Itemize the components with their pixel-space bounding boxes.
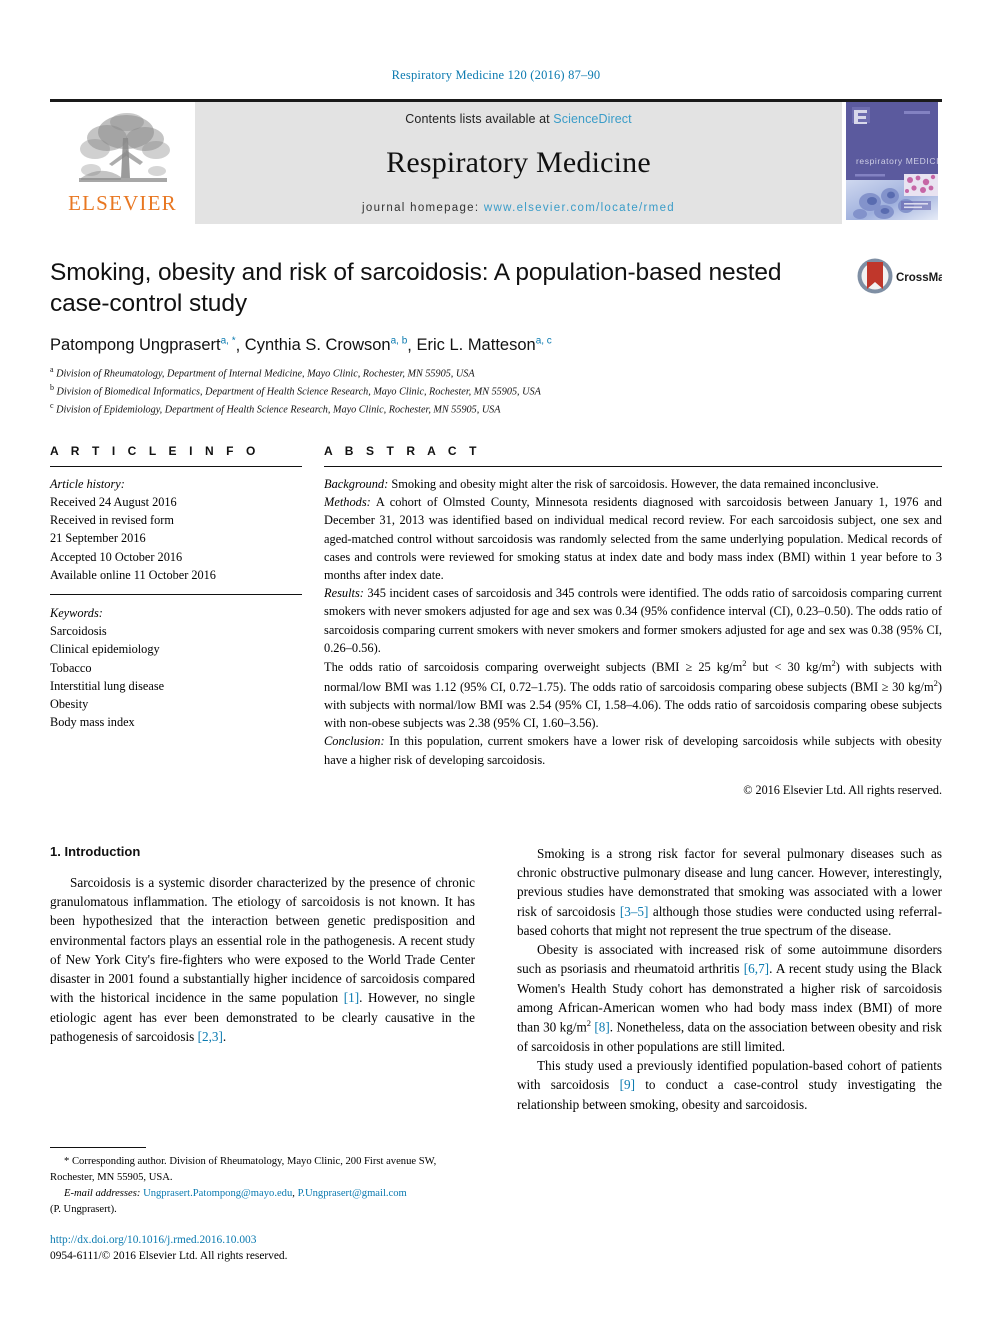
journal-banner: ELSEVIER Contents lists available at Sci… <box>50 99 942 224</box>
email-note: E-mail addresses: Ungprasert.Patompong@m… <box>64 1188 407 1200</box>
keyword-item: Interstitial lung disease <box>50 678 165 693</box>
history-item: Received 24 August 2016 <box>50 495 177 510</box>
author-3-marks: a, c <box>535 335 552 347</box>
history-item: Accepted 10 October 2016 <box>50 549 183 564</box>
intro-paragraph-right-2: Obesity is associated with increased ris… <box>517 942 942 1054</box>
keywords-label: Keywords: <box>50 605 103 620</box>
homepage-url-link[interactable]: www.elsevier.com/locate/rmed <box>484 202 675 214</box>
body-column-left: 1. Introduction Sarcoidosis is a systemi… <box>50 844 475 1114</box>
author-1: Patompong Ungpraserta, * <box>50 335 236 355</box>
crossmark-badge[interactable]: CrossMark <box>856 256 942 308</box>
svg-text:CrossMark: CrossMark <box>896 272 942 284</box>
article-info-column: A R T I C L E I N F O Article history: R… <box>50 444 302 800</box>
journal-cover-thumbnail: respiratory MEDICINE <box>842 102 942 224</box>
email-label: E-mail addresses: <box>64 1188 141 1200</box>
corresponding-author-note: * Corresponding author. Division of Rheu… <box>50 1156 437 1184</box>
intro-paragraph-left-1: Sarcoidosis is a systemic disorder chara… <box>50 874 475 1044</box>
introduction-heading: 1. Introduction <box>50 843 141 859</box>
contents-prefix: Contents lists available at <box>405 112 550 126</box>
journal-title: Respiratory Medicine <box>386 146 651 179</box>
article-history-block: Article history: Received 24 August 2016… <box>50 475 302 584</box>
footnote-divider <box>50 1147 146 1149</box>
info-abstract-band: A R T I C L E I N F O Article history: R… <box>50 444 942 800</box>
keywords-block: Keywords: Sarcoidosis Clinical epidemiol… <box>50 604 302 731</box>
citation-link[interactable]: [8] <box>594 1020 609 1035</box>
article-page: Respiratory Medicine 120 (2016) 87–90 EL… <box>0 0 992 1323</box>
doi-link[interactable]: http://dx.doi.org/10.1016/j.rmed.2016.10… <box>50 1232 287 1249</box>
history-item: Received in revised form <box>50 513 174 528</box>
author-1-marks: a, * <box>220 335 236 347</box>
abstract-background: Background: Smoking and obesity might al… <box>324 476 879 491</box>
keyword-item: Obesity <box>50 696 89 711</box>
author-2: Cynthia S. Crowsona, b <box>244 335 408 355</box>
article-history-label: Article history: <box>50 476 125 491</box>
citation-link[interactable]: [6,7] <box>744 961 769 976</box>
title-block: Smoking, obesity and risk of sarcoidosis… <box>50 258 942 320</box>
keyword-item: Clinical epidemiology <box>50 642 160 657</box>
history-item: 21 September 2016 <box>50 531 146 546</box>
issn-copyright-line: 0954-6111/© 2016 Elsevier Ltd. All right… <box>50 1250 288 1263</box>
elsevier-wordmark: ELSEVIER <box>68 191 177 215</box>
footnote-body: * Corresponding author. Division of Rheu… <box>50 1154 450 1218</box>
elsevier-logo: ELSEVIER <box>50 102 195 224</box>
abstract-methods: Methods: A cohort of Olmsted County, Min… <box>324 495 942 583</box>
affiliation-b: b Division of Biomedical Informatics, De… <box>50 383 541 398</box>
intro-paragraph-right-3: This study used a previously identified … <box>517 1058 942 1112</box>
keyword-item: Body mass index <box>50 715 135 730</box>
article-info-heading: A R T I C L E I N F O <box>50 443 260 458</box>
article-info-rule <box>50 465 302 467</box>
bottom-matter: http://dx.doi.org/10.1016/j.rmed.2016.10… <box>50 1232 287 1265</box>
contents-available-line: Contents lists available at ScienceDirec… <box>405 112 631 126</box>
abstract-column: A B S T R A C T Background: Smoking and … <box>324 444 942 800</box>
citation-link[interactable]: [2,3] <box>198 1029 223 1044</box>
citation-link[interactable]: [9] <box>620 1077 635 1092</box>
abstract-results-bmi: The odds ratio of sarcoidosis comparing … <box>324 658 943 731</box>
email-attribution: (P. Ungprasert). <box>50 1204 117 1216</box>
abstract-results: Results: 345 incident cases of sarcoidos… <box>324 586 942 655</box>
body-column-right: Smoking is a strong risk factor for seve… <box>517 844 942 1114</box>
running-head: Respiratory Medicine 120 (2016) 87–90 <box>391 68 601 82</box>
citation-link[interactable]: [1] <box>344 990 359 1005</box>
journal-banner-center: Contents lists available at ScienceDirec… <box>195 102 842 224</box>
citation-link[interactable]: [3–5] <box>620 904 649 919</box>
intro-paragraph-right-1: Smoking is a strong risk factor for seve… <box>517 845 942 938</box>
journal-homepage-line: journal homepage: www.elsevier.com/locat… <box>362 202 675 214</box>
article-body: 1. Introduction Sarcoidosis is a systemi… <box>50 844 942 1114</box>
abstract-copyright: © 2016 Elsevier Ltd. All rights reserved… <box>743 782 942 797</box>
sciencedirect-link[interactable]: ScienceDirect <box>553 112 631 126</box>
abstract-heading: A B S T R A C T <box>324 443 481 458</box>
keyword-item: Tobacco <box>50 660 92 675</box>
affiliation-c: c Division of Epidemiology, Department o… <box>50 400 501 416</box>
email-link-2[interactable]: P.Ungprasert@gmail.com <box>298 1188 407 1199</box>
keyword-item: Sarcoidosis <box>50 624 107 639</box>
homepage-prefix: journal homepage: <box>362 202 480 214</box>
author-3: Eric L. Mattesona, c <box>416 335 552 355</box>
footnote-block: * Corresponding author. Division of Rheu… <box>50 1147 450 1218</box>
elsevier-tree-icon <box>71 108 175 192</box>
email-link-1[interactable]: Ungprasert.Patompong@mayo.edu <box>143 1188 292 1199</box>
keywords-rule <box>50 593 302 595</box>
article-history-list: Received 24 August 2016 Received in revi… <box>50 493 302 584</box>
keywords-list: Sarcoidosis Clinical epidemiology Tobacc… <box>50 622 302 731</box>
affiliation-a: a Division of Rheumatology, Department o… <box>50 365 475 380</box>
author-2-marks: a, b <box>390 335 408 347</box>
history-item: Available online 11 October 2016 <box>50 567 216 582</box>
abstract-conclusion: Conclusion: In this population, current … <box>324 734 942 767</box>
affiliation-list: a Division of Rheumatology, Department o… <box>50 364 942 418</box>
svg-text:respiratory MEDICINE: respiratory MEDICINE <box>856 156 938 166</box>
abstract-body: Background: Smoking and obesity might al… <box>324 475 942 800</box>
page-title: Smoking, obesity and risk of sarcoidosis… <box>50 259 782 317</box>
author-list: Patompong Ungpraserta, *, Cynthia S. Cro… <box>50 335 552 355</box>
abstract-rule <box>324 465 942 467</box>
